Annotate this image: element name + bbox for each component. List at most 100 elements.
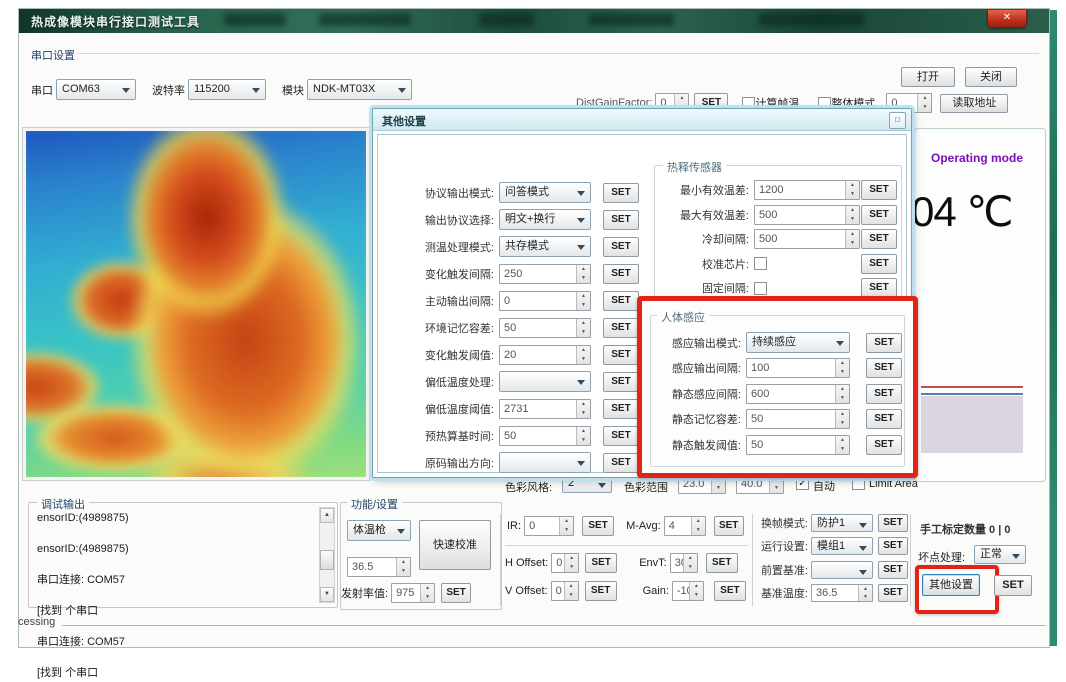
set-button[interactable]: SET <box>866 435 902 455</box>
set-button[interactable]: SET <box>861 229 897 249</box>
set-button[interactable]: SET <box>878 584 908 602</box>
static-sensing-interval-spinner[interactable]: 600 <box>746 384 850 404</box>
spinner-buttons[interactable] <box>835 410 849 428</box>
spinner-buttons[interactable] <box>576 319 590 337</box>
low-temp-process-select[interactable] <box>499 371 591 392</box>
set-button[interactable]: SET <box>861 254 897 274</box>
ir-spinner[interactable]: 0 <box>524 516 574 536</box>
set-button[interactable]: SET <box>866 409 902 429</box>
auto-checkbox[interactable]: ✓ <box>796 477 809 490</box>
set-button[interactable]: SET <box>603 264 639 284</box>
spinner-buttons[interactable] <box>559 517 573 535</box>
measure-mode-select[interactable]: 体温枪 <box>347 520 411 541</box>
set-button[interactable]: SET <box>603 318 639 338</box>
frame-mode-select[interactable]: 防护1 <box>811 514 873 532</box>
mavg-spinner[interactable]: 4 <box>664 516 706 536</box>
raw-output-direction-select[interactable] <box>499 452 591 473</box>
spinner-buttons[interactable] <box>564 582 578 600</box>
hoffset-spinner[interactable]: 0 <box>551 553 579 573</box>
spinner-buttons[interactable] <box>420 584 434 602</box>
set-button[interactable]: SET <box>861 205 897 225</box>
spinner-buttons[interactable] <box>576 292 590 310</box>
spinner-buttons[interactable] <box>858 585 872 601</box>
badpixel-select[interactable]: 正常 <box>974 545 1026 564</box>
scroll-thumb[interactable] <box>320 550 334 570</box>
gain-set-button[interactable]: SET <box>714 581 746 601</box>
spinner-buttons[interactable] <box>835 359 849 377</box>
baud-select[interactable]: 115200 <box>188 79 266 100</box>
open-port-button[interactable]: 打开 <box>901 67 955 87</box>
dialog-close-button[interactable]: □ <box>889 112 906 129</box>
read-address-button[interactable]: 读取地址 <box>940 94 1008 113</box>
spinner-buttons[interactable] <box>835 436 849 454</box>
min-valid-delta-spinner[interactable]: 1200 <box>754 180 860 200</box>
spinner-buttons[interactable] <box>845 181 859 199</box>
envt-spinner[interactable]: 30 <box>670 553 698 573</box>
set-button[interactable]: SET <box>603 426 639 446</box>
static-memory-tolerance-spinner[interactable]: 50 <box>746 409 850 429</box>
module-select[interactable]: NDK-MT03X <box>307 79 412 100</box>
sensing-output-mode-select[interactable]: 持续感应 <box>746 332 850 353</box>
dialog-titlebar[interactable]: 其他设置 □ <box>373 109 911 131</box>
log-scrollbar[interactable]: ▲ ▼ <box>319 507 335 603</box>
voffset-spinner[interactable]: 0 <box>551 581 579 601</box>
spinner-buttons[interactable] <box>835 385 849 403</box>
debug-output-log[interactable]: ensorID:(4989875) ensorID:(4989875) 串口连接… <box>37 511 315 682</box>
set-button[interactable]: SET <box>603 291 639 311</box>
sensing-output-interval-spinner[interactable]: 100 <box>746 358 850 378</box>
active-output-interval-spinner[interactable]: 0 <box>499 291 591 311</box>
limit-area-checkbox[interactable] <box>852 477 865 490</box>
change-trigger-threshold-spinner[interactable]: 20 <box>499 345 591 365</box>
spinner-buttons[interactable] <box>845 230 859 248</box>
set-button[interactable]: SET <box>878 537 908 555</box>
temp-process-mode-select[interactable]: 共存模式 <box>499 236 591 257</box>
env-memory-tolerance-spinner[interactable]: 50 <box>499 318 591 338</box>
low-temp-threshold-spinner[interactable]: 2731 <box>499 399 591 419</box>
spinner-buttons[interactable] <box>576 400 590 418</box>
set-button[interactable]: SET <box>878 514 908 532</box>
set-button[interactable]: SET <box>603 210 639 230</box>
fixed-interval-checkbox[interactable] <box>754 282 767 295</box>
scroll-up-icon[interactable]: ▲ <box>320 508 334 523</box>
other-settings-button[interactable]: 其他设置 <box>922 574 980 596</box>
static-trigger-threshold-spinner[interactable]: 50 <box>746 435 850 455</box>
spinner-buttons[interactable] <box>917 94 931 112</box>
set-button[interactable]: SET <box>603 399 639 419</box>
set-button[interactable]: SET <box>603 345 639 365</box>
spinner-buttons[interactable] <box>683 554 697 572</box>
port-select[interactable]: COM63 <box>56 79 136 100</box>
gain-spinner[interactable]: -10 <box>672 581 704 601</box>
envt-set-button[interactable]: SET <box>706 553 738 573</box>
set-button[interactable]: SET <box>866 333 902 353</box>
calibrate-chip-checkbox[interactable] <box>754 257 767 270</box>
set-button[interactable]: SET <box>603 183 639 203</box>
hoffset-set-button[interactable]: SET <box>585 553 617 573</box>
emissivity-spinner[interactable]: 975 <box>391 583 435 603</box>
spinner-buttons[interactable] <box>576 427 590 445</box>
manual-set-button[interactable]: SET <box>994 575 1032 596</box>
cooldown-interval-spinner[interactable]: 500 <box>754 229 860 249</box>
set-button[interactable]: SET <box>878 561 908 579</box>
scroll-down-icon[interactable]: ▼ <box>320 587 334 602</box>
spinner-buttons[interactable] <box>576 346 590 364</box>
set-button[interactable]: SET <box>866 384 902 404</box>
spinner-buttons[interactable] <box>576 265 590 283</box>
set-button[interactable]: SET <box>603 237 639 257</box>
set-button[interactable]: SET <box>603 372 639 392</box>
front-base-select[interactable] <box>811 561 873 579</box>
window-titlebar[interactable]: 热成像模块串行接口测试工具 ✕ <box>19 9 1049 33</box>
spinner-buttons[interactable] <box>691 517 705 535</box>
set-button[interactable]: SET <box>603 453 639 473</box>
protocol-output-mode-select[interactable]: 问答模式 <box>499 182 591 203</box>
quick-calibrate-button[interactable]: 快速校准 <box>419 520 491 570</box>
set-button[interactable]: SET <box>866 358 902 378</box>
spinner-buttons[interactable] <box>845 206 859 224</box>
spinner-buttons[interactable] <box>689 582 703 600</box>
voffset-set-button[interactable]: SET <box>585 581 617 601</box>
run-setting-select[interactable]: 模组1 <box>811 537 873 555</box>
warmup-base-time-spinner[interactable]: 50 <box>499 426 591 446</box>
ir-set-button[interactable]: SET <box>582 516 614 536</box>
set-button[interactable]: SET <box>861 180 897 200</box>
ref-temp-spinner[interactable]: 36.5 <box>347 557 411 577</box>
close-port-button[interactable]: 关闭 <box>965 67 1017 87</box>
